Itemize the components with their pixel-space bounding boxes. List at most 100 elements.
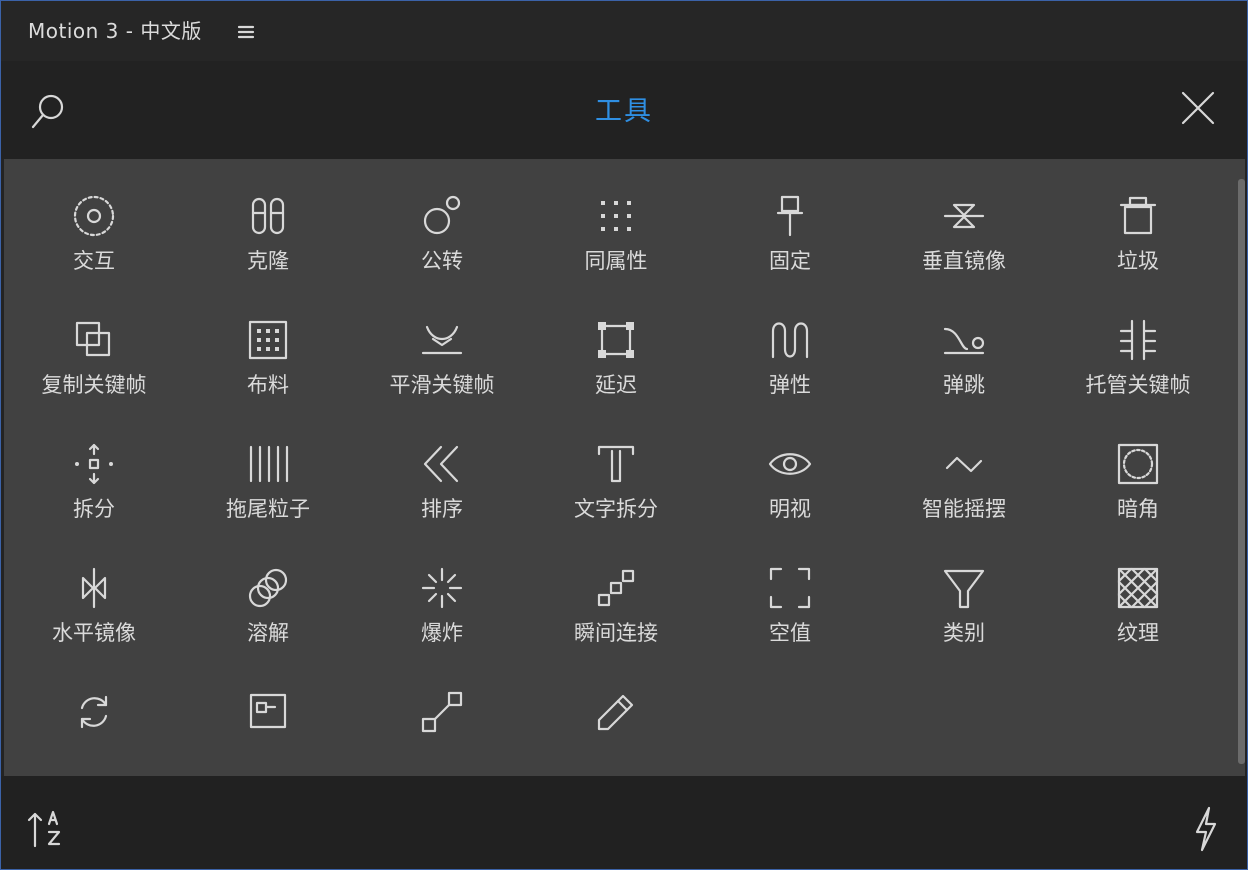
tool-label: 溶解: [247, 621, 289, 645]
tool-clone[interactable]: 克隆: [181, 193, 355, 317]
tool-pin[interactable]: 固定: [703, 193, 877, 317]
texture-icon: [1117, 567, 1159, 609]
tool-label: 克隆: [247, 249, 289, 273]
tool-smart-wiggle[interactable]: 智能摇摆: [877, 441, 1051, 565]
tool-label: 复制关键帧: [41, 373, 147, 397]
tool-label: 固定: [769, 249, 811, 273]
tool-label: 文字拆分: [574, 497, 658, 521]
tool-interaction[interactable]: 交互: [7, 193, 181, 317]
tool-cloth[interactable]: 布料: [181, 317, 355, 441]
panel-header: 工具: [1, 61, 1247, 159]
tool-vignette[interactable]: 暗角: [1051, 441, 1225, 565]
tool-dissolve[interactable]: 溶解: [181, 565, 355, 689]
delay-icon: [598, 322, 634, 358]
panel-title: 工具: [595, 96, 653, 127]
text-split-icon: [597, 445, 635, 483]
tool-text-split[interactable]: 文字拆分: [529, 441, 703, 565]
instant-connect-icon: [597, 569, 635, 607]
tool-copy-keyframes[interactable]: 复制关键帧: [7, 317, 181, 441]
cloth-icon: [248, 320, 288, 360]
sequence-icon: [423, 445, 459, 483]
split-icon: [75, 443, 113, 485]
tool-label: 交互: [73, 249, 115, 273]
orbit-icon: [423, 195, 461, 235]
connect-icon: [421, 691, 463, 733]
tool-label: 暗角: [1117, 497, 1159, 521]
tool-label: 类别: [943, 621, 985, 645]
tool-label: 拖尾粒子: [226, 497, 310, 521]
title-bar: Motion 3 - 中文版: [1, 1, 1247, 61]
tool-label: 瞬间连接: [574, 621, 658, 645]
tool-explode[interactable]: 爆炸: [355, 565, 529, 689]
tool-label: 同属性: [584, 249, 648, 273]
tool-label: 垂直镜像: [922, 249, 1006, 273]
tool-rename[interactable]: [529, 689, 703, 776]
tool-label: 布料: [247, 373, 289, 397]
tool-label: 弹跳: [943, 373, 985, 397]
tool-label: 纹理: [1117, 621, 1159, 645]
tool-vertical-mirror[interactable]: 垂直镜像: [877, 193, 1051, 317]
funnel-icon: [943, 569, 985, 609]
tool-label: 弹性: [769, 373, 811, 397]
tool-label: 水平镜像: [52, 621, 136, 645]
rotate-icon: [80, 695, 108, 729]
sort-az-icon[interactable]: [25, 806, 69, 850]
interaction-icon: [73, 195, 115, 237]
tool-null[interactable]: 空值: [703, 565, 877, 689]
lightning-icon[interactable]: [1191, 806, 1221, 852]
tool-trash[interactable]: 垃圾: [1051, 193, 1225, 317]
tool-label: 平滑关键帧: [389, 373, 495, 397]
tool-managed-keyframes[interactable]: 托管关键帧: [1051, 317, 1225, 441]
tool-same-property[interactable]: 同属性: [529, 193, 703, 317]
tool-sequence[interactable]: 排序: [355, 441, 529, 565]
tool-orbit[interactable]: 公转: [355, 193, 529, 317]
tool-category[interactable]: 类别: [877, 565, 1051, 689]
close-icon[interactable]: [1179, 89, 1217, 127]
eye-icon: [768, 453, 812, 475]
vignette-icon: [1117, 443, 1159, 485]
tool-label: 排序: [421, 497, 463, 521]
tool-label: 延迟: [595, 373, 637, 397]
same-property-icon: [601, 201, 631, 231]
tool-label: 垃圾: [1117, 249, 1159, 273]
app-window: Motion 3 - 中文版 工具 交互 克隆 公转 同属性 固定 垂直镜像 垃…: [0, 0, 1248, 870]
copy-keyframes-icon: [75, 321, 111, 357]
pin-icon: [776, 195, 804, 237]
trash-icon: [1119, 196, 1157, 235]
tool-smooth-keyframes[interactable]: 平滑关键帧: [355, 317, 529, 441]
elastic-icon: [771, 322, 809, 359]
tool-elastic[interactable]: 弹性: [703, 317, 877, 441]
pencil-icon: [597, 694, 634, 731]
smooth-keyframes-icon: [421, 325, 463, 355]
tools-grid-area: 交互 克隆 公转 同属性 固定 垂直镜像 垃圾 复制关键帧 布料 平滑关键帧 延…: [4, 159, 1245, 776]
managed-keyframes-icon: [1119, 319, 1157, 361]
tool-label: 明视: [769, 497, 811, 521]
tool-label: 爆炸: [421, 621, 463, 645]
hamburger-menu-icon[interactable]: [237, 24, 255, 40]
horizontal-mirror-icon: [81, 567, 107, 609]
tool-texture[interactable]: 纹理: [1051, 565, 1225, 689]
tool-instant-connect[interactable]: 瞬间连接: [529, 565, 703, 689]
tool-split[interactable]: 拆分: [7, 441, 181, 565]
tool-label: 空值: [769, 621, 811, 645]
tool-path[interactable]: [181, 689, 355, 776]
tool-horizontal-mirror[interactable]: 水平镜像: [7, 565, 181, 689]
tool-label: 智能摇摆: [922, 497, 1006, 521]
trail-particles-icon: [249, 445, 289, 483]
tool-rotate[interactable]: [7, 689, 181, 776]
bounce-icon: [943, 327, 985, 355]
dissolve-icon: [248, 568, 288, 608]
null-icon: [769, 567, 811, 609]
tool-delay[interactable]: 延迟: [529, 317, 703, 441]
tool-trail-particles[interactable]: 拖尾粒子: [181, 441, 355, 565]
tool-visibility[interactable]: 明视: [703, 441, 877, 565]
tool-bounce[interactable]: 弹跳: [877, 317, 1051, 441]
tool-label: 拆分: [73, 497, 115, 521]
tool-connect[interactable]: [355, 689, 529, 776]
app-title: Motion 3 - 中文版: [28, 19, 202, 43]
scrollbar[interactable]: [1238, 179, 1245, 764]
wiggle-icon: [945, 456, 983, 473]
clone-icon: [251, 197, 285, 235]
vertical-mirror-icon: [943, 203, 985, 229]
path-icon: [249, 693, 287, 729]
